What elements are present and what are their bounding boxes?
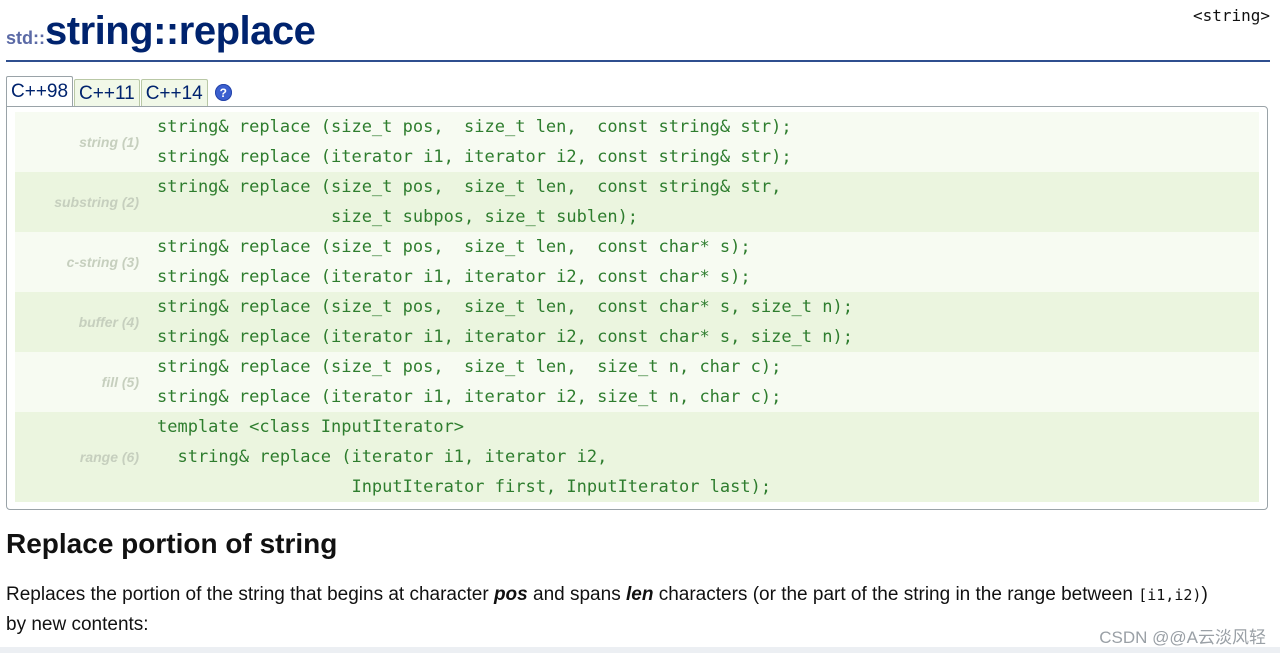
prototype-row-buffer: buffer (4) string& replace (size_t pos, … <box>15 292 1259 352</box>
description-text: Replaces the portion of the string that … <box>6 584 494 605</box>
prototype-label: buffer (4) <box>78 314 139 330</box>
prototype-label: fill (5) <box>101 374 139 390</box>
code-line: string& replace (iterator i1, iterator i… <box>157 327 853 347</box>
code-line: string& replace (iterator i1, iterator i… <box>157 387 782 407</box>
prototype-row-substring: substring (2) string& replace (size_t po… <box>15 172 1259 232</box>
tab-cpp98[interactable]: C++98 <box>6 76 74 107</box>
prototype-code: template <class InputIterator> string& r… <box>153 412 1259 502</box>
tab-cpp11[interactable]: C++11 <box>74 79 140 107</box>
description: Replaces the portion of the string that … <box>6 580 1272 640</box>
prototype-code: string& replace (size_t pos, size_t len,… <box>153 292 1259 352</box>
page-title: std::string::replace <box>6 9 316 54</box>
title-row: std::string::replace <string> <box>6 4 1270 62</box>
description-text: and spans <box>527 584 626 605</box>
description-text: by new contents: <box>6 614 149 635</box>
bottom-divider <box>0 647 1280 653</box>
prototype-row-range: range (6) template <class InputIterator>… <box>15 412 1259 502</box>
prototype-code: string& replace (size_t pos, size_t len,… <box>153 112 1259 172</box>
header-file-link[interactable]: <string> <box>1193 6 1270 25</box>
section-heading: Replace portion of string <box>6 528 338 559</box>
param-pos: pos <box>493 584 528 605</box>
code-line: string& replace (iterator i1, iterator i… <box>157 147 792 167</box>
prototype-label: c-string (3) <box>66 254 139 270</box>
code-line: InputIterator first, InputIterator last)… <box>157 477 772 497</box>
code-line: template <class InputIterator> <box>157 417 465 437</box>
prototype-label: range (6) <box>79 449 139 465</box>
code-line: string& replace (iterator i1, iterator i… <box>157 447 608 467</box>
code-line: string& replace (size_t pos, size_t len,… <box>157 357 782 377</box>
standard-version-tabs: C++98 C++11 C++14 ? <box>6 76 232 107</box>
watermark: CSDN @@A云淡风轻 <box>1099 628 1266 647</box>
tab-cpp14[interactable]: C++14 <box>140 79 208 107</box>
code-line: string& replace (size_t pos, size_t len,… <box>157 177 782 197</box>
prototype-row-c-string: c-string (3) string& replace (size_t pos… <box>15 232 1259 292</box>
code-line: string& replace (size_t pos, size_t len,… <box>157 297 853 317</box>
code-line: string& replace (size_t pos, size_t len,… <box>157 237 751 257</box>
code-line: string& replace (size_t pos, size_t len,… <box>157 117 792 137</box>
prototype-code: string& replace (size_t pos, size_t len,… <box>153 232 1259 292</box>
code-line: size_t subpos, size_t sublen); <box>157 207 639 227</box>
prototypes-panel: string (1) string& replace (size_t pos, … <box>6 106 1268 510</box>
question-circle-icon[interactable]: ? <box>214 84 232 101</box>
description-text: characters (or the part of the string in… <box>653 584 1139 605</box>
title-function: string::replace <box>45 9 316 53</box>
prototype-row-fill: fill (5) string& replace (size_t pos, si… <box>15 352 1259 412</box>
prototype-code: string& replace (size_t pos, size_t len,… <box>153 352 1259 412</box>
param-len: len <box>625 584 654 605</box>
description-text: ) <box>1201 584 1208 605</box>
prototype-row-string: string (1) string& replace (size_t pos, … <box>15 112 1259 172</box>
code-line: string& replace (iterator i1, iterator i… <box>157 267 751 287</box>
title-namespace: std:: <box>6 28 45 48</box>
prototype-code: string& replace (size_t pos, size_t len,… <box>153 172 1259 232</box>
range-code: [i1,i2) <box>1138 586 1202 604</box>
prototype-label: string (1) <box>79 134 139 150</box>
prototype-label: substring (2) <box>54 194 139 210</box>
